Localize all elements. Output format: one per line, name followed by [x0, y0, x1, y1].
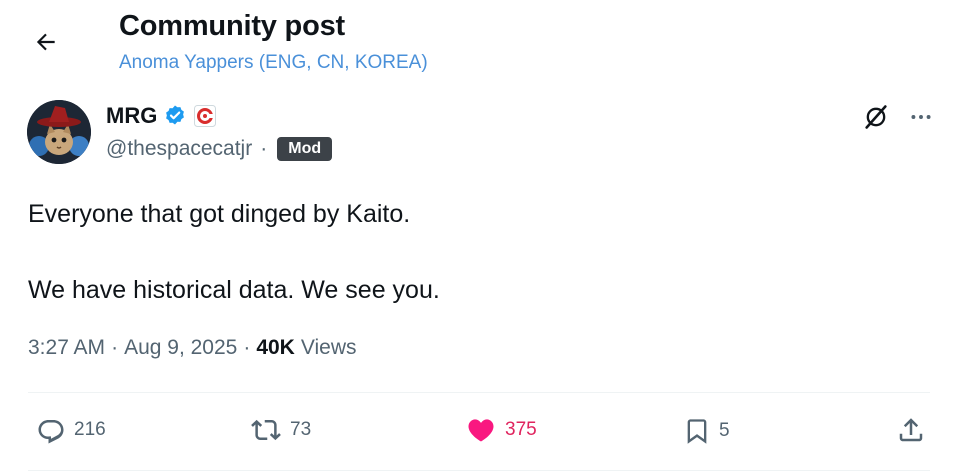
- meta-dot: ·: [111, 336, 119, 359]
- more-options-icon[interactable]: [908, 104, 934, 130]
- post-text-line: Everyone that got dinged by Kaito.: [28, 200, 411, 228]
- affiliate-logo-icon[interactable]: [193, 104, 217, 128]
- like-button[interactable]: 375: [465, 415, 537, 445]
- like-count: 375: [505, 419, 537, 440]
- back-button[interactable]: [26, 22, 66, 62]
- verified-badge-icon: [163, 104, 187, 128]
- author-name-row: MRG: [106, 103, 217, 129]
- reply-count: 216: [74, 419, 106, 440]
- repost-count: 73: [290, 419, 312, 440]
- mod-badge: Mod: [277, 137, 333, 161]
- author-handle[interactable]: @thespacecatjr: [106, 137, 252, 161]
- meta-dot: ·: [243, 336, 251, 359]
- arrow-left-icon: [33, 29, 59, 55]
- bookmark-icon: [683, 415, 711, 447]
- repost-button[interactable]: 73: [250, 415, 311, 445]
- post-time[interactable]: 3:27 AM: [28, 336, 105, 360]
- community-post-page: Community post Anoma Yappers (ENG, CN, K…: [0, 0, 954, 476]
- author-name[interactable]: MRG: [106, 103, 157, 129]
- post-text: Everyone that got dinged by Kaito. We ha…: [28, 195, 908, 309]
- post-text-line: We have historical data. We see you.: [28, 276, 440, 304]
- avatar[interactable]: [27, 100, 91, 164]
- grok-icon[interactable]: [862, 103, 890, 131]
- share-button[interactable]: [896, 415, 926, 445]
- repost-icon: [250, 415, 282, 445]
- community-link[interactable]: Anoma Yappers (ENG, CN, KOREA): [119, 52, 428, 74]
- post-date[interactable]: Aug 9, 2025: [124, 336, 237, 360]
- post-meta: 3:27 AM · Aug 9, 2025 · 40K Views: [28, 336, 357, 360]
- divider: [28, 392, 930, 393]
- page-title: Community post: [119, 10, 345, 42]
- views-label: Views: [300, 336, 357, 359]
- reply-icon: [36, 415, 66, 445]
- bookmark-count: 5: [719, 420, 730, 441]
- heart-filled-icon: [465, 415, 497, 445]
- post-header-actions: [862, 103, 934, 131]
- bookmark-button[interactable]: 5: [683, 415, 730, 447]
- reply-button[interactable]: 216: [36, 415, 106, 445]
- views-count[interactable]: 40K: [256, 336, 295, 360]
- handle-separator: ·: [260, 137, 268, 160]
- handle-row: @thespacecatjr · Mod: [106, 137, 333, 161]
- divider: [28, 470, 930, 471]
- share-icon: [896, 415, 926, 445]
